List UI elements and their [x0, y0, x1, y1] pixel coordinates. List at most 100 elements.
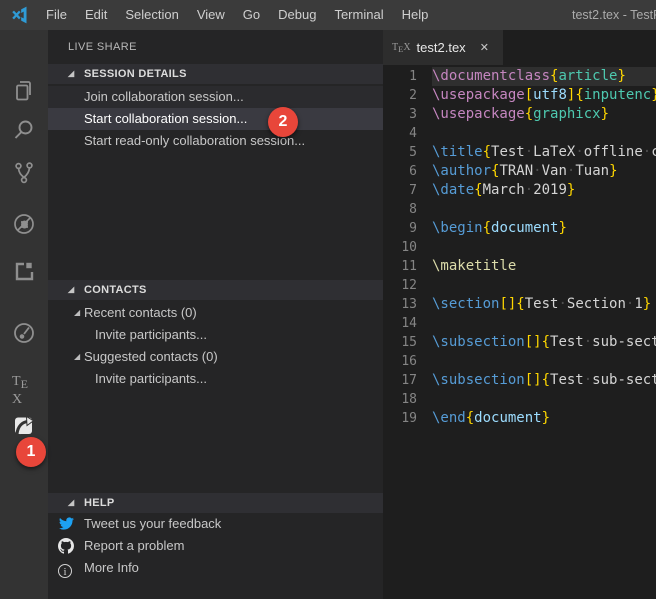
code-line-11[interactable]: 11 \maketitle [383, 257, 656, 276]
vscode-logo-icon [12, 6, 27, 24]
sidebar-item-more-info[interactable]: More Info i [48, 557, 383, 579]
code-line-6[interactable]: 6 \author{TRAN·Van·Tuan} [383, 162, 656, 181]
code-line-15[interactable]: 15 \subsection[]{Test·sub-sect [383, 333, 656, 352]
item-label: Recent contacts (0) [84, 305, 197, 320]
tab-test2-tex[interactable]: TEX test2.tex ✕ [383, 30, 503, 65]
code-text: \usepackage{graphicx} [432, 106, 610, 122]
item-label: Start read-only collaboration session... [84, 133, 306, 148]
sidebar-title: LIVE SHARE [68, 41, 137, 53]
line-number: 4 [409, 126, 417, 141]
menu-selection[interactable]: Selection [116, 0, 187, 30]
item-label: More Info [84, 560, 139, 575]
window-title: test2.tex - TestPr [572, 8, 656, 22]
menu-debug[interactable]: Debug [269, 0, 325, 30]
sidebar-item-join-collaboration-session[interactable]: Join collaboration session... [48, 86, 383, 108]
code-line-4[interactable]: 4 [383, 124, 656, 143]
line-number: 11 [401, 259, 417, 274]
collapse-twistie-icon: ◢ [68, 69, 75, 78]
code-line-18[interactable]: 18 [383, 390, 656, 409]
sidebar-item-invite-participants[interactable]: Invite participants... [48, 324, 383, 346]
code-line-10[interactable]: 10 [383, 238, 656, 257]
line-number: 10 [401, 240, 417, 255]
line-number: 15 [401, 335, 417, 350]
contacts-items: Recent contacts (0) ◢ Invite participants.… [48, 302, 383, 390]
tab-label: test2.tex [416, 40, 466, 55]
debug-icon[interactable] [12, 212, 36, 236]
code-line-1[interactable]: 1 \documentclass{article} [383, 67, 656, 86]
code-line-5[interactable]: 5 \title{Test·LaTeX·offline·c [383, 143, 656, 162]
code-line-16[interactable]: 16 [383, 352, 656, 371]
code-text: \usepackage[utf8]{inputenc} [432, 87, 656, 103]
code-line-9[interactable]: 9 \begin{document} [383, 219, 656, 238]
sidebar-item-start-read-only-collaboration-session[interactable]: Start read-only collaboration session... [48, 130, 383, 152]
code-editor[interactable]: 1 \documentclass{article} 2 \usepackage[utf… [383, 67, 656, 428]
sidebar-item-tweet-us-your-feedback[interactable]: Tweet us your feedback [48, 513, 383, 535]
code-line-8[interactable]: 8 [383, 200, 656, 219]
live-share-icon[interactable] [12, 413, 36, 437]
menu-view[interactable]: View [188, 0, 234, 30]
sidebar-item-invite-participants[interactable]: Invite participants... [48, 368, 383, 390]
section-header-session-details[interactable]: ◢ SESSION DETAILS [48, 64, 383, 84]
line-number: 14 [401, 316, 417, 331]
source-control-icon[interactable] [12, 161, 36, 185]
annotation-step-2-badge: 2 [268, 107, 298, 137]
code-line-13[interactable]: 13 \section[]{Test·Section·1} [383, 295, 656, 314]
line-number: 5 [409, 145, 417, 160]
code-line-7[interactable]: 7 \date{March·2019} [383, 181, 656, 200]
twitter-icon [58, 516, 76, 532]
menu-bar: File Edit Selection View Go Debug Terminal Help [37, 0, 437, 30]
extensions-icon[interactable] [12, 259, 36, 283]
sidebar-item-recent-contacts-0[interactable]: Recent contacts (0) ◢ [48, 302, 383, 324]
section-header-contacts[interactable]: ◢ CONTACTS [48, 280, 383, 300]
line-number: 8 [409, 202, 417, 217]
sidebar-item-suggested-contacts-0[interactable]: Suggested contacts (0) ◢ [48, 346, 383, 368]
menu-help[interactable]: Help [393, 0, 438, 30]
line-number: 19 [401, 411, 417, 426]
line-number: 1 [409, 69, 417, 84]
code-text: \date{March·2019} [432, 182, 576, 198]
close-icon[interactable]: ✕ [480, 41, 489, 54]
code-line-12[interactable]: 12 [383, 276, 656, 295]
gauge-extension-icon[interactable] [12, 321, 36, 345]
menu-edit[interactable]: Edit [76, 0, 116, 30]
code-text: \begin{document} [432, 220, 567, 236]
menu-go[interactable]: Go [234, 0, 269, 30]
title-bar: File Edit Selection View Go Debug Terminal Help… [0, 0, 656, 30]
item-label: Start collaboration session... [84, 111, 248, 126]
item-label: Join collaboration session... [84, 89, 244, 104]
info-icon: i [58, 560, 76, 578]
code-line-19[interactable]: 19 \end{document} [383, 409, 656, 428]
search-icon[interactable] [12, 118, 36, 142]
code-line-17[interactable]: 17 \subsection[]{Test·sub-sect [383, 371, 656, 390]
collapse-twistie-icon: ◢ [68, 498, 75, 507]
line-number: 2 [409, 88, 417, 103]
code-line-2[interactable]: 2 \usepackage[utf8]{inputenc} [383, 86, 656, 105]
line-number: 3 [409, 107, 417, 122]
latex-workshop-icon[interactable]: TEX [12, 372, 36, 407]
line-number: 17 [401, 373, 417, 388]
annotation-step-1-badge: 1 [16, 437, 46, 467]
session-details-items: Join collaboration session... Start colla… [48, 86, 383, 152]
menu-terminal[interactable]: Terminal [325, 0, 392, 30]
explorer-icon[interactable] [12, 79, 36, 103]
sidebar-item-start-collaboration-session[interactable]: Start collaboration session... [48, 108, 383, 130]
code-text: \section[]{Test·Section·1} [432, 296, 652, 312]
menu-file[interactable]: File [37, 0, 76, 30]
code-line-14[interactable]: 14 [383, 314, 656, 333]
line-number: 9 [409, 221, 417, 236]
item-label: Invite participants... [95, 371, 207, 386]
code-text: \title{Test·LaTeX·offline·c [432, 144, 656, 160]
collapse-twistie-icon: ◢ [74, 352, 81, 361]
sidebar-item-report-a-problem[interactable]: Report a problem [48, 535, 383, 557]
github-icon [58, 538, 76, 554]
code-line-3[interactable]: 3 \usepackage{graphicx} [383, 105, 656, 124]
tex-label: TEX [12, 374, 28, 407]
line-number: 12 [401, 278, 417, 293]
section-header-help[interactable]: ◢ HELP [48, 493, 383, 513]
item-label: Tweet us your feedback [84, 516, 222, 531]
